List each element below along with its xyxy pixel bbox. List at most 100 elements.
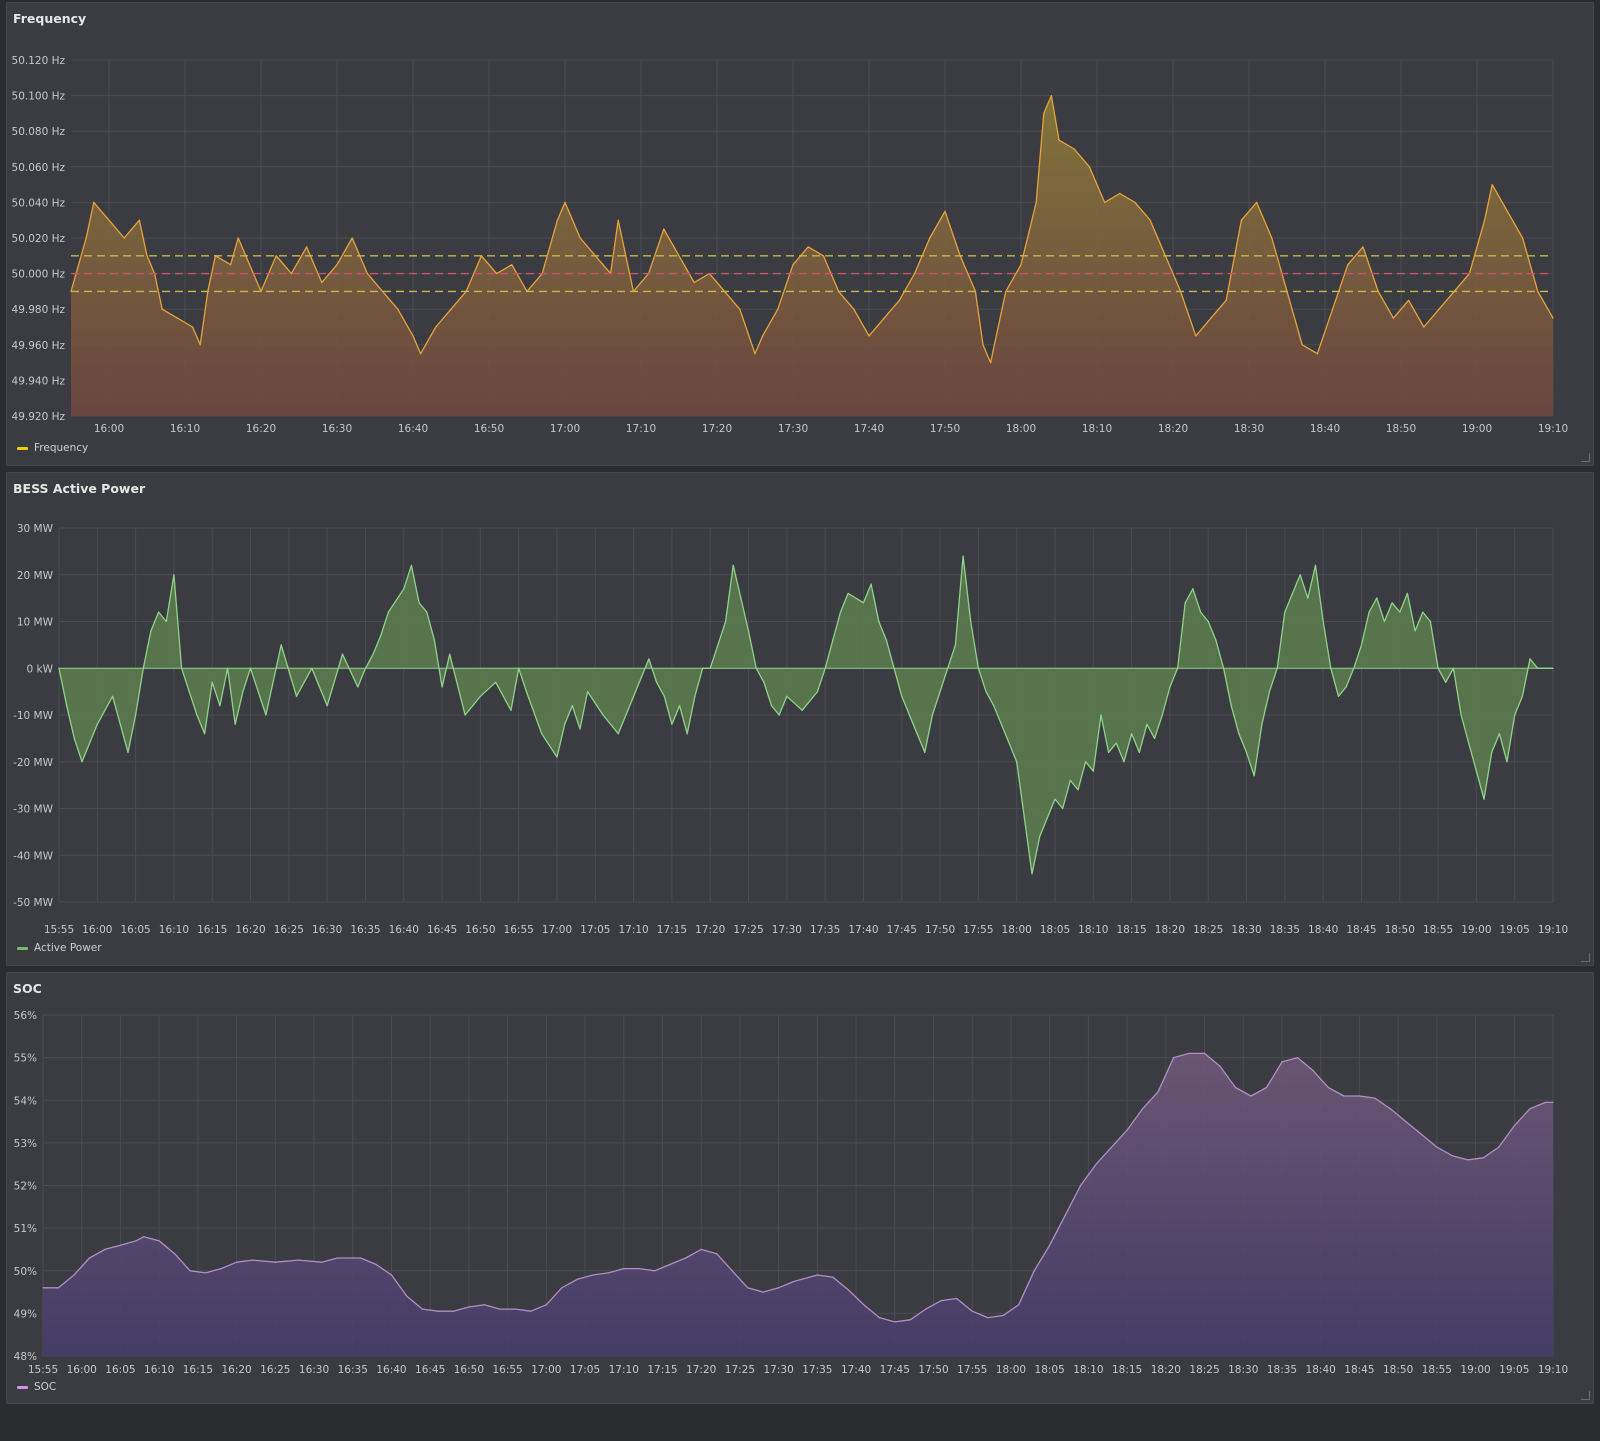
data-point	[205, 1272, 207, 1274]
x-tick-label: 18:50	[1383, 1364, 1413, 1376]
data-point	[1552, 317, 1554, 319]
x-tick-label: 18:35	[1267, 1364, 1297, 1376]
data-point	[982, 344, 984, 346]
x-tick-label: 17:25	[725, 1364, 755, 1376]
data-point	[1077, 789, 1079, 791]
x-tick-label: 16:15	[197, 924, 227, 936]
data-point	[1522, 237, 1524, 239]
active-power-chart[interactable]: 30 MW 20 MW 10 MW 0 kW -10 MW -20 MW -30 MW -40…	[7, 473, 1595, 967]
data-point	[863, 1304, 865, 1306]
y-tick-label: 55%	[14, 1053, 37, 1065]
x-tick-label: 18:00	[996, 1364, 1026, 1376]
data-point	[211, 681, 213, 683]
data-point	[1483, 798, 1485, 800]
data-point	[1327, 1086, 1330, 1089]
x-tick-label: 16:35	[338, 1364, 368, 1376]
data-point	[847, 1289, 849, 1291]
x-tick-label: 18:05	[1035, 1364, 1065, 1376]
data-point	[1506, 761, 1508, 763]
data-point	[623, 1268, 625, 1270]
chart-legend[interactable]: SOC	[17, 1381, 56, 1393]
data-point	[1154, 737, 1156, 739]
data-point	[1467, 1159, 1469, 1161]
x-tick-label: 16:30	[299, 1364, 329, 1376]
x-tick-label: 15:55	[28, 1364, 58, 1376]
x-tick-label: 17:35	[802, 1364, 832, 1376]
data-point	[297, 1259, 300, 1261]
data-point	[375, 1263, 377, 1265]
y-tick-label: 0 kW	[27, 663, 54, 675]
data-point	[654, 1270, 656, 1272]
data-point	[777, 308, 779, 310]
soc-chart[interactable]: 56% 55% 54% 53% 52% 51% 50% 49% 48%15:55 16:00 16:…	[7, 973, 1595, 1405]
data-point	[468, 1306, 470, 1308]
data-point	[1529, 658, 1531, 660]
data-point	[1445, 681, 1447, 683]
data-point	[165, 620, 167, 623]
x-tick-label: 16:05	[105, 1364, 135, 1376]
data-point	[112, 695, 114, 697]
x-tick-label: 18:25	[1193, 924, 1223, 936]
data-point	[1195, 335, 1197, 337]
resize-handle-icon[interactable]	[1581, 453, 1590, 462]
data-point	[511, 264, 513, 266]
data-point	[135, 1240, 137, 1242]
x-tick-label: 17:20	[702, 423, 732, 435]
data-point	[1210, 317, 1212, 319]
data-point	[970, 620, 972, 623]
data-point	[878, 1317, 880, 1319]
data-point	[1035, 201, 1037, 203]
data-point	[1033, 1270, 1035, 1272]
data-point	[564, 201, 566, 203]
data-point	[985, 691, 987, 693]
x-tick-label: 17:10	[626, 423, 656, 435]
data-point	[321, 281, 323, 284]
data-point	[671, 723, 673, 725]
data-point	[176, 317, 178, 319]
data-point	[220, 1268, 222, 1270]
data-point	[412, 335, 414, 337]
data-point	[387, 611, 390, 613]
data-point	[372, 653, 374, 655]
data-point	[295, 695, 298, 697]
data-point	[85, 237, 87, 239]
data-point	[1383, 620, 1386, 623]
x-tick-label: 17:00	[542, 924, 572, 936]
data-point	[990, 362, 992, 364]
x-tick-label: 18:45	[1344, 1364, 1374, 1376]
data-point	[579, 237, 581, 239]
data-point	[359, 1257, 362, 1259]
data-point	[275, 255, 277, 257]
x-tick-label: 16:20	[235, 924, 265, 936]
data-point	[816, 1274, 818, 1276]
data-point	[556, 756, 558, 758]
data-point	[792, 264, 794, 266]
y-tick-label: 51%	[14, 1223, 37, 1235]
data-point	[1020, 264, 1022, 266]
data-point	[390, 1274, 393, 1276]
y-tick-label: 48%	[14, 1351, 37, 1363]
x-tick-label: 16:10	[159, 924, 189, 936]
chart-legend[interactable]: Frequency	[17, 442, 88, 454]
data-point	[686, 733, 688, 735]
resize-handle-icon[interactable]	[1581, 953, 1590, 962]
resize-handle-icon[interactable]	[1581, 1391, 1590, 1400]
data-point	[716, 1253, 718, 1255]
data-point	[146, 255, 148, 257]
data-point	[956, 1297, 958, 1300]
data-point	[1023, 817, 1025, 819]
data-point	[747, 630, 750, 632]
x-tick-label: 19:05	[1499, 1364, 1529, 1376]
data-point	[1368, 611, 1370, 613]
data-point	[495, 681, 497, 683]
chart-legend[interactable]: Active Power	[17, 942, 102, 954]
data-point	[545, 1304, 547, 1306]
data-point	[739, 308, 741, 310]
data-point	[1062, 807, 1064, 810]
frequency-chart[interactable]: 50.120 Hz 50.100 Hz 50.080 Hz 50.060 Hz 50.0…	[7, 3, 1595, 467]
data-point	[801, 709, 803, 711]
data-point	[464, 714, 466, 716]
data-point	[73, 1274, 75, 1276]
data-point	[576, 1278, 578, 1280]
data-point	[104, 1248, 106, 1251]
